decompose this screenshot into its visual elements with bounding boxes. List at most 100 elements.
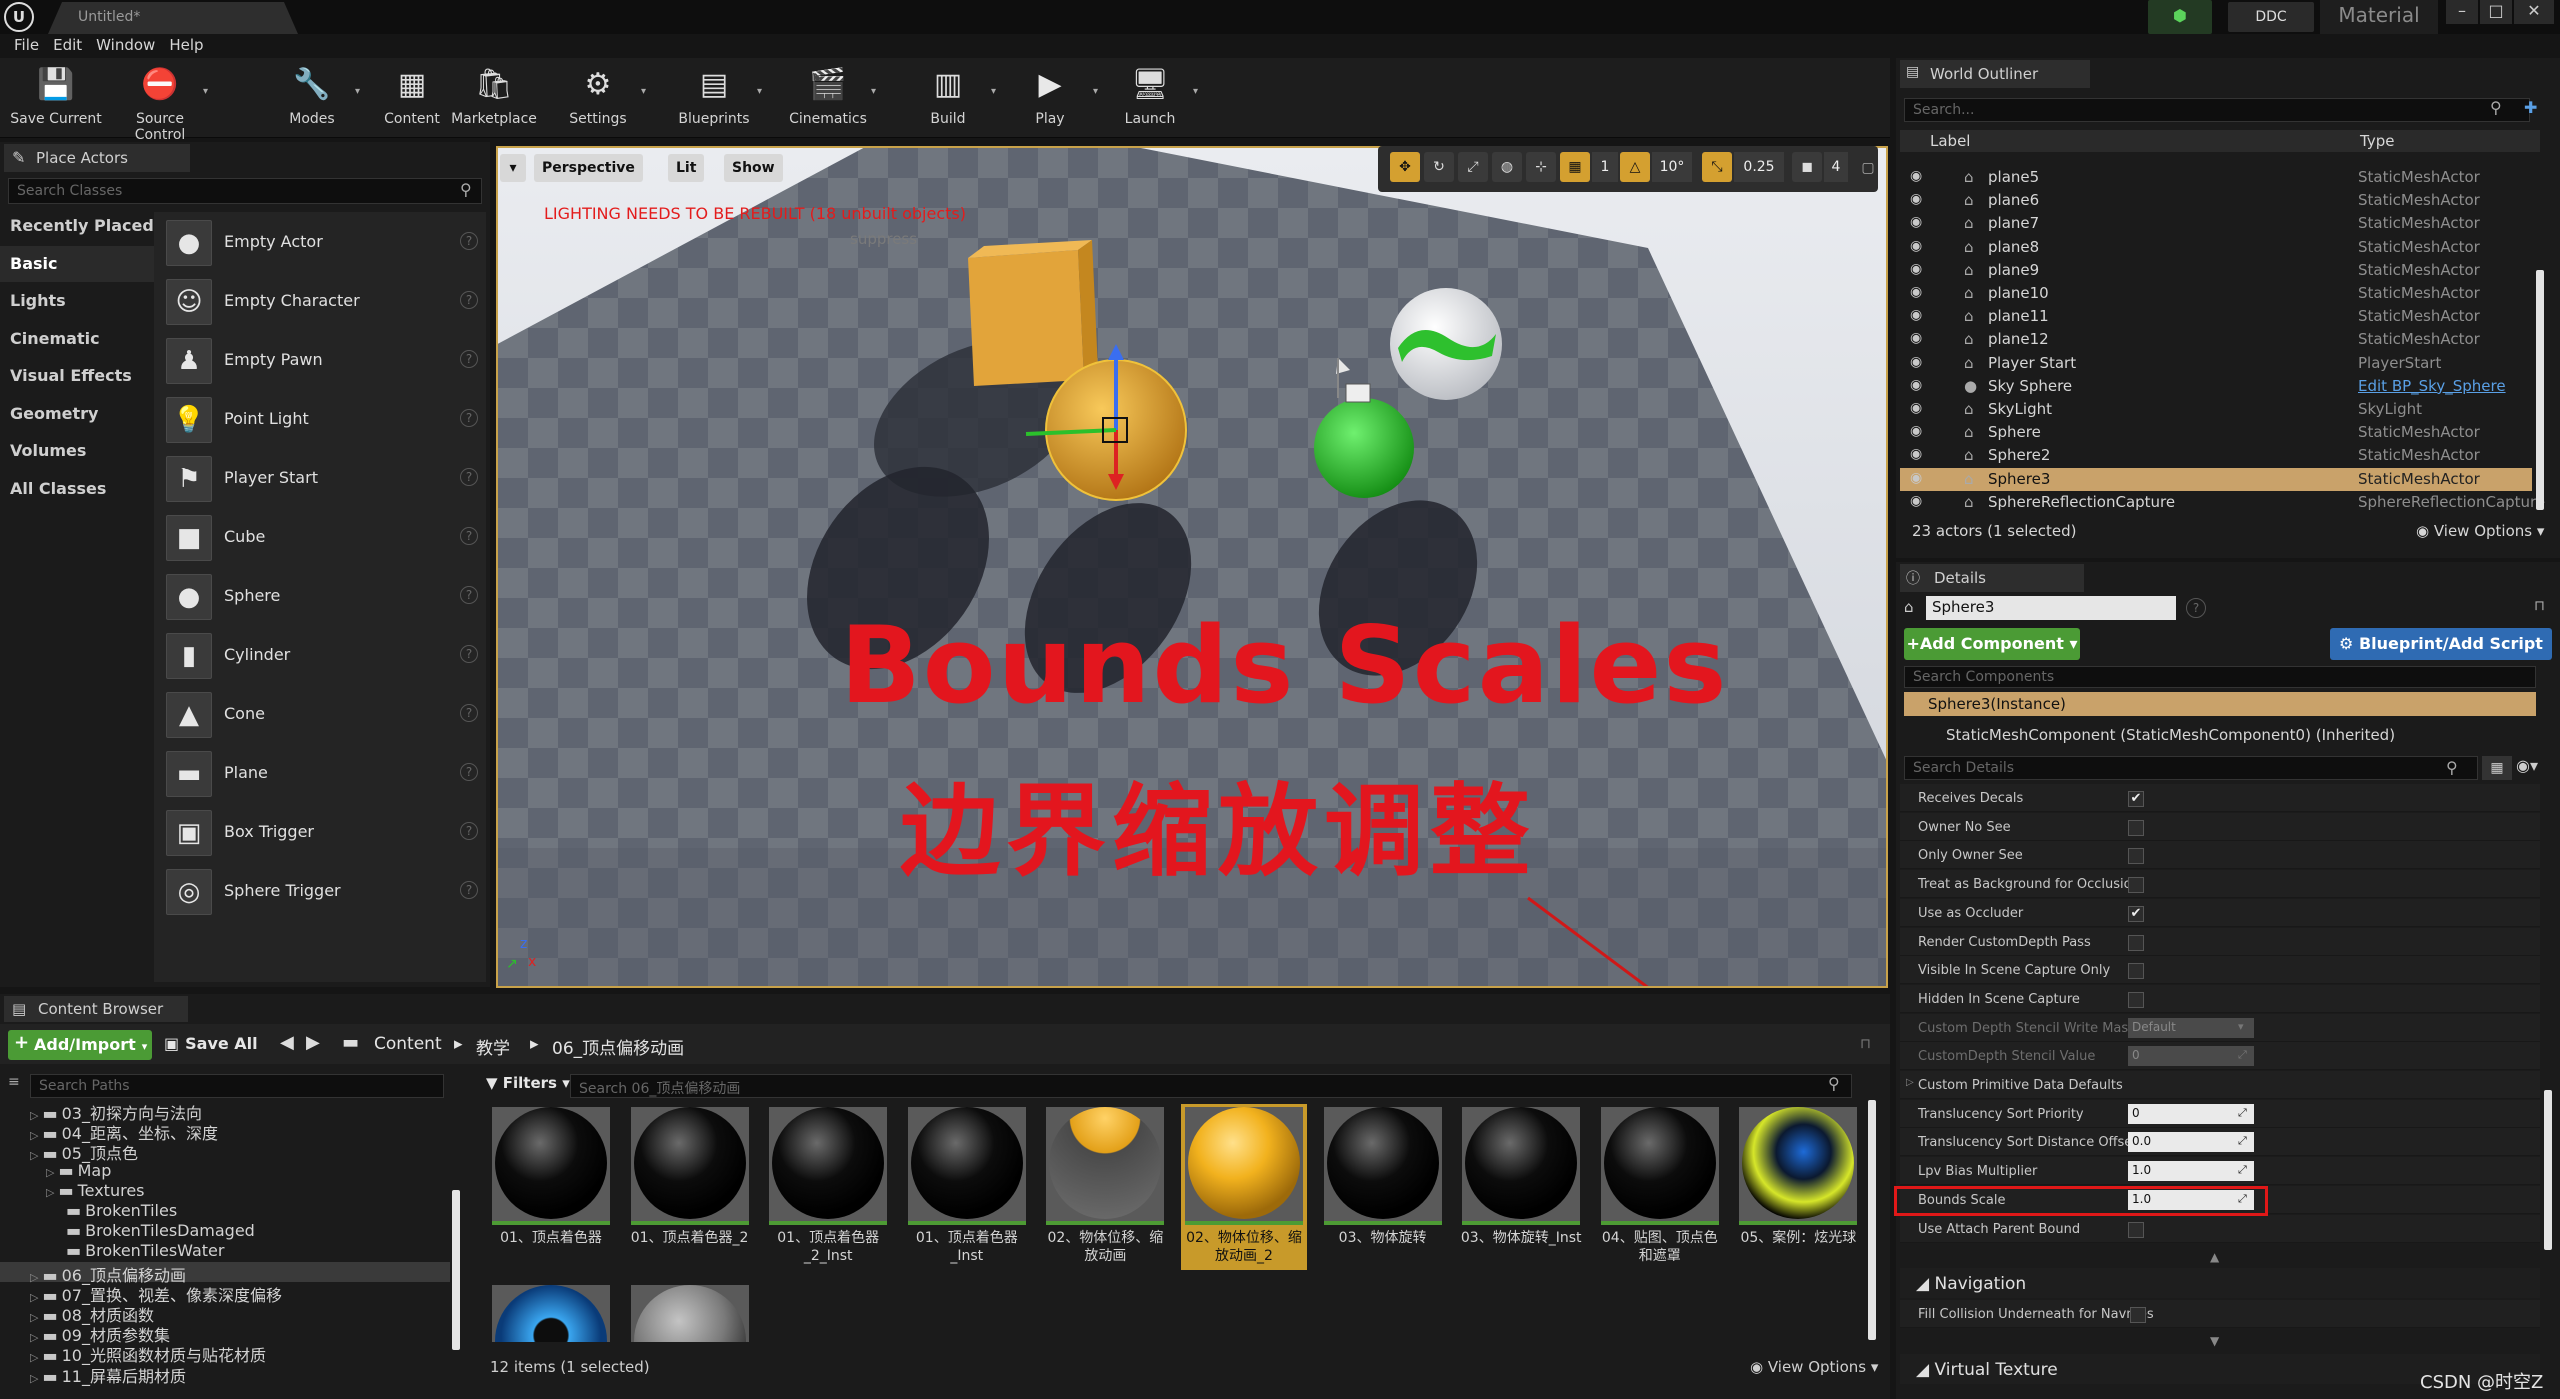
chevron-down-icon[interactable]: ▾ <box>355 86 360 97</box>
ddc-button[interactable]: DDC <box>2228 2 2314 32</box>
scale-snap-value[interactable]: 0.25 <box>1734 152 1784 182</box>
folder-item[interactable]: ▷ ▬ 05_顶点色 <box>0 1140 450 1163</box>
eye-icon[interactable]: ◉▾ <box>2516 756 2538 775</box>
chevron-down-icon[interactable]: ▾ <box>203 86 208 97</box>
chevron-down-icon[interactable]: ▾ <box>1093 86 1098 97</box>
perspective-button[interactable]: Perspective <box>534 154 643 182</box>
help-icon[interactable]: ? <box>460 704 478 722</box>
add-filter-icon[interactable]: ✚ <box>2524 98 2537 117</box>
camera-speed-icon[interactable]: ◼ <box>1792 152 1822 182</box>
asset-tile[interactable]: 05、案例：炫光球 <box>1735 1104 1861 1270</box>
category-lights[interactable]: Lights <box>0 283 154 319</box>
actor-item-empty-character[interactable]: ☺ Empty Character? <box>160 275 486 331</box>
suppress-link[interactable]: suppress <box>850 230 917 248</box>
translate-tool-icon[interactable]: ✥ <box>1390 152 1420 182</box>
eye-icon[interactable]: ◉ <box>1910 168 1922 184</box>
asset-tile[interactable] <box>488 1282 614 1342</box>
property-checkbox[interactable] <box>2128 934 2144 951</box>
outliner-row[interactable]: ◉ ● Sky Sphere Edit BP_Sky_Sphere <box>1900 375 2532 398</box>
breadcrumb-content[interactable]: Content <box>374 1034 442 1054</box>
search-classes-input[interactable]: Search Classes <box>8 178 482 204</box>
property-value-field[interactable]: 0.0 <box>2128 1132 2254 1153</box>
chevron-down-icon[interactable]: ▾ <box>641 86 646 97</box>
property-checkbox[interactable] <box>2128 819 2144 836</box>
folder-item[interactable]: ▷ ▬ 04_距离、坐标、深度 <box>0 1120 450 1143</box>
chevron-down-icon[interactable]: ▾ <box>991 86 996 97</box>
outliner-row[interactable]: ◉ ⌂ Sphere StaticMeshActor <box>1900 421 2532 444</box>
lock-icon[interactable]: ⊓ <box>1860 1036 1871 1052</box>
outliner-row[interactable]: ◉ ⌂ Sphere2 StaticMeshActor <box>1900 444 2532 467</box>
close-icon[interactable]: ✕ <box>2514 0 2554 24</box>
asset-tile[interactable] <box>627 1282 753 1342</box>
outliner-row[interactable]: ◉ ⌂ plane9 StaticMeshActor <box>1900 259 2532 282</box>
outliner-row[interactable]: ◉ ⌂ SphereReflectionCapture SphereReflectio… <box>1900 491 2545 514</box>
folder-item[interactable]: ▬ BrokenTilesDamaged <box>0 1221 450 1241</box>
asset-tile[interactable]: 02、物体位移、缩放动画 <box>1042 1104 1168 1270</box>
source-control-button[interactable]: ⛔ Source Control ▾ <box>110 62 210 143</box>
chevron-down-icon[interactable]: ▾ <box>2238 1020 2244 1033</box>
lock-icon[interactable]: ⊓ <box>2534 598 2545 614</box>
asset-search-input[interactable]: Search 06_顶点偏移动画 <box>570 1074 1852 1098</box>
outliner-row[interactable]: ◉ ⌂ plane5 StaticMeshActor <box>1900 166 2532 189</box>
nav-property-checkbox[interactable] <box>2130 1307 2146 1323</box>
eye-icon[interactable]: ◉ <box>1910 238 1922 254</box>
menu-window[interactable]: Window <box>82 34 155 54</box>
lit-button[interactable]: Lit <box>668 154 705 182</box>
reset-arrow-icon[interactable]: ⤢ <box>2238 1106 2247 1120</box>
navigation-section[interactable]: ◢ Navigation <box>1900 1268 2540 1298</box>
camera-speed-value[interactable]: 4 <box>1824 152 1848 182</box>
folder-item[interactable]: ▷ ▬ 07_置换、视差、像素深度偏移 <box>0 1282 450 1305</box>
eye-icon[interactable]: ◉ <box>1910 400 1922 416</box>
eye-icon[interactable]: ◉ <box>1910 423 1922 439</box>
reset-arrow-icon[interactable]: ⤢ <box>2238 1134 2247 1148</box>
outliner-row[interactable]: ◉ ⌂ SkyLight SkyLight <box>1900 398 2532 421</box>
search-details-input[interactable]: Search Details <box>1904 756 2478 780</box>
outliner-row[interactable]: ◉ ⌂ plane7 StaticMeshActor <box>1900 212 2532 235</box>
property-checkbox[interactable] <box>2128 963 2144 980</box>
folder-item[interactable]: ▬ BrokenTilesWater <box>0 1241 450 1261</box>
scale-snap-icon[interactable]: ⤡ <box>1702 152 1732 182</box>
viewport-options-button[interactable]: ▾ <box>500 154 526 182</box>
folder-item[interactable]: ▷ ▬ Textures <box>0 1181 450 1201</box>
search-components-input[interactable]: Search Components <box>1904 666 2536 688</box>
asset-scrollbar[interactable] <box>1868 1100 1878 1350</box>
outliner-search-input[interactable]: Search... <box>1904 98 2530 122</box>
blueprint-add-script-button[interactable]: ⚙ Blueprint/Add Script <box>2330 628 2552 660</box>
modes-button[interactable]: 🔧 Modes ▾ <box>262 62 362 138</box>
folder-item[interactable]: ▷ ▬ 11_屏幕后期材质 <box>0 1363 450 1386</box>
menu-help[interactable]: Help <box>155 34 203 54</box>
help-icon[interactable]: ? <box>2186 598 2206 618</box>
edit-blueprint-link[interactable]: Edit BP_Sky_Sphere <box>2358 377 2506 395</box>
actor-item-point-light[interactable]: 💡 Point Light? <box>160 393 486 449</box>
sources-toggle-icon[interactable]: ≡ <box>8 1074 20 1090</box>
actor-item-player-start[interactable]: ⚑ Player Start? <box>160 452 486 508</box>
save-current-button[interactable]: 💾 Save Current <box>6 62 106 138</box>
surface-snap-icon[interactable]: ⊹ <box>1526 152 1556 182</box>
grid-snap-icon[interactable]: ▦ <box>1560 152 1590 182</box>
blueprints-button[interactable]: ▤ Blueprints ▾ <box>664 62 764 138</box>
chevron-down-icon[interactable]: ▾ <box>757 86 762 97</box>
folder-item[interactable]: ▷ ▬ Map <box>0 1161 450 1181</box>
asset-tile[interactable]: 03、物体旋转_Inst <box>1458 1104 1584 1270</box>
help-icon[interactable]: ? <box>460 822 478 840</box>
asset-tile[interactable]: 01、顶点着色器 <box>488 1104 614 1270</box>
property-checkbox[interactable] <box>2128 991 2144 1008</box>
rotate-tool-icon[interactable]: ↻ <box>1424 152 1454 182</box>
actor-item-empty-pawn[interactable]: ♟ Empty Pawn? <box>160 334 486 390</box>
collapse-arrow-icon[interactable]: ▲ <box>2210 1250 2219 1264</box>
help-icon[interactable]: ? <box>460 763 478 781</box>
launch-button[interactable]: 🖥 Launch ▾ <box>1100 62 1200 138</box>
eye-icon[interactable]: ◉ <box>1910 354 1922 370</box>
category-all-classes[interactable]: All Classes <box>0 470 154 507</box>
filters-button[interactable]: ▼ Filters ▾ <box>486 1074 570 1092</box>
grid-snap-value[interactable]: 1 <box>1592 152 1618 182</box>
actor-item-cube[interactable]: ■ Cube? <box>160 511 486 567</box>
chevron-down-icon[interactable]: ▾ <box>871 86 876 97</box>
actor-name-field[interactable]: Sphere3 <box>1926 596 2176 620</box>
label-column-header[interactable]: Label <box>1930 132 1970 150</box>
eye-icon[interactable]: ◉ <box>1910 307 1922 323</box>
content-browser-tab[interactable]: Content Browser <box>4 996 188 1022</box>
expand-arrow-icon[interactable]: ▼ <box>2210 1334 2219 1348</box>
chevron-down-icon[interactable]: ▾ <box>1193 86 1198 97</box>
category-visual-effects[interactable]: Visual Effects <box>0 358 154 394</box>
